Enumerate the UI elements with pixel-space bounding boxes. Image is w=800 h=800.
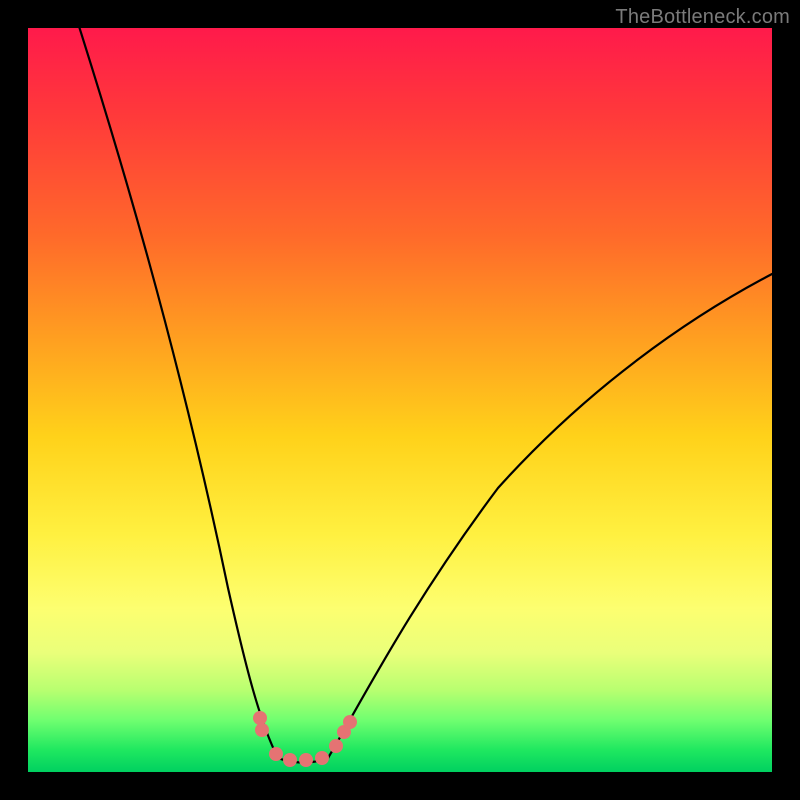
curve-svg bbox=[28, 28, 772, 772]
curve-right-branch bbox=[328, 274, 772, 758]
watermark-text: TheBottleneck.com bbox=[615, 6, 790, 29]
curve-left-branch bbox=[70, 0, 278, 758]
outer-frame: TheBottleneck.com bbox=[0, 0, 800, 800]
plot-area bbox=[28, 28, 772, 772]
